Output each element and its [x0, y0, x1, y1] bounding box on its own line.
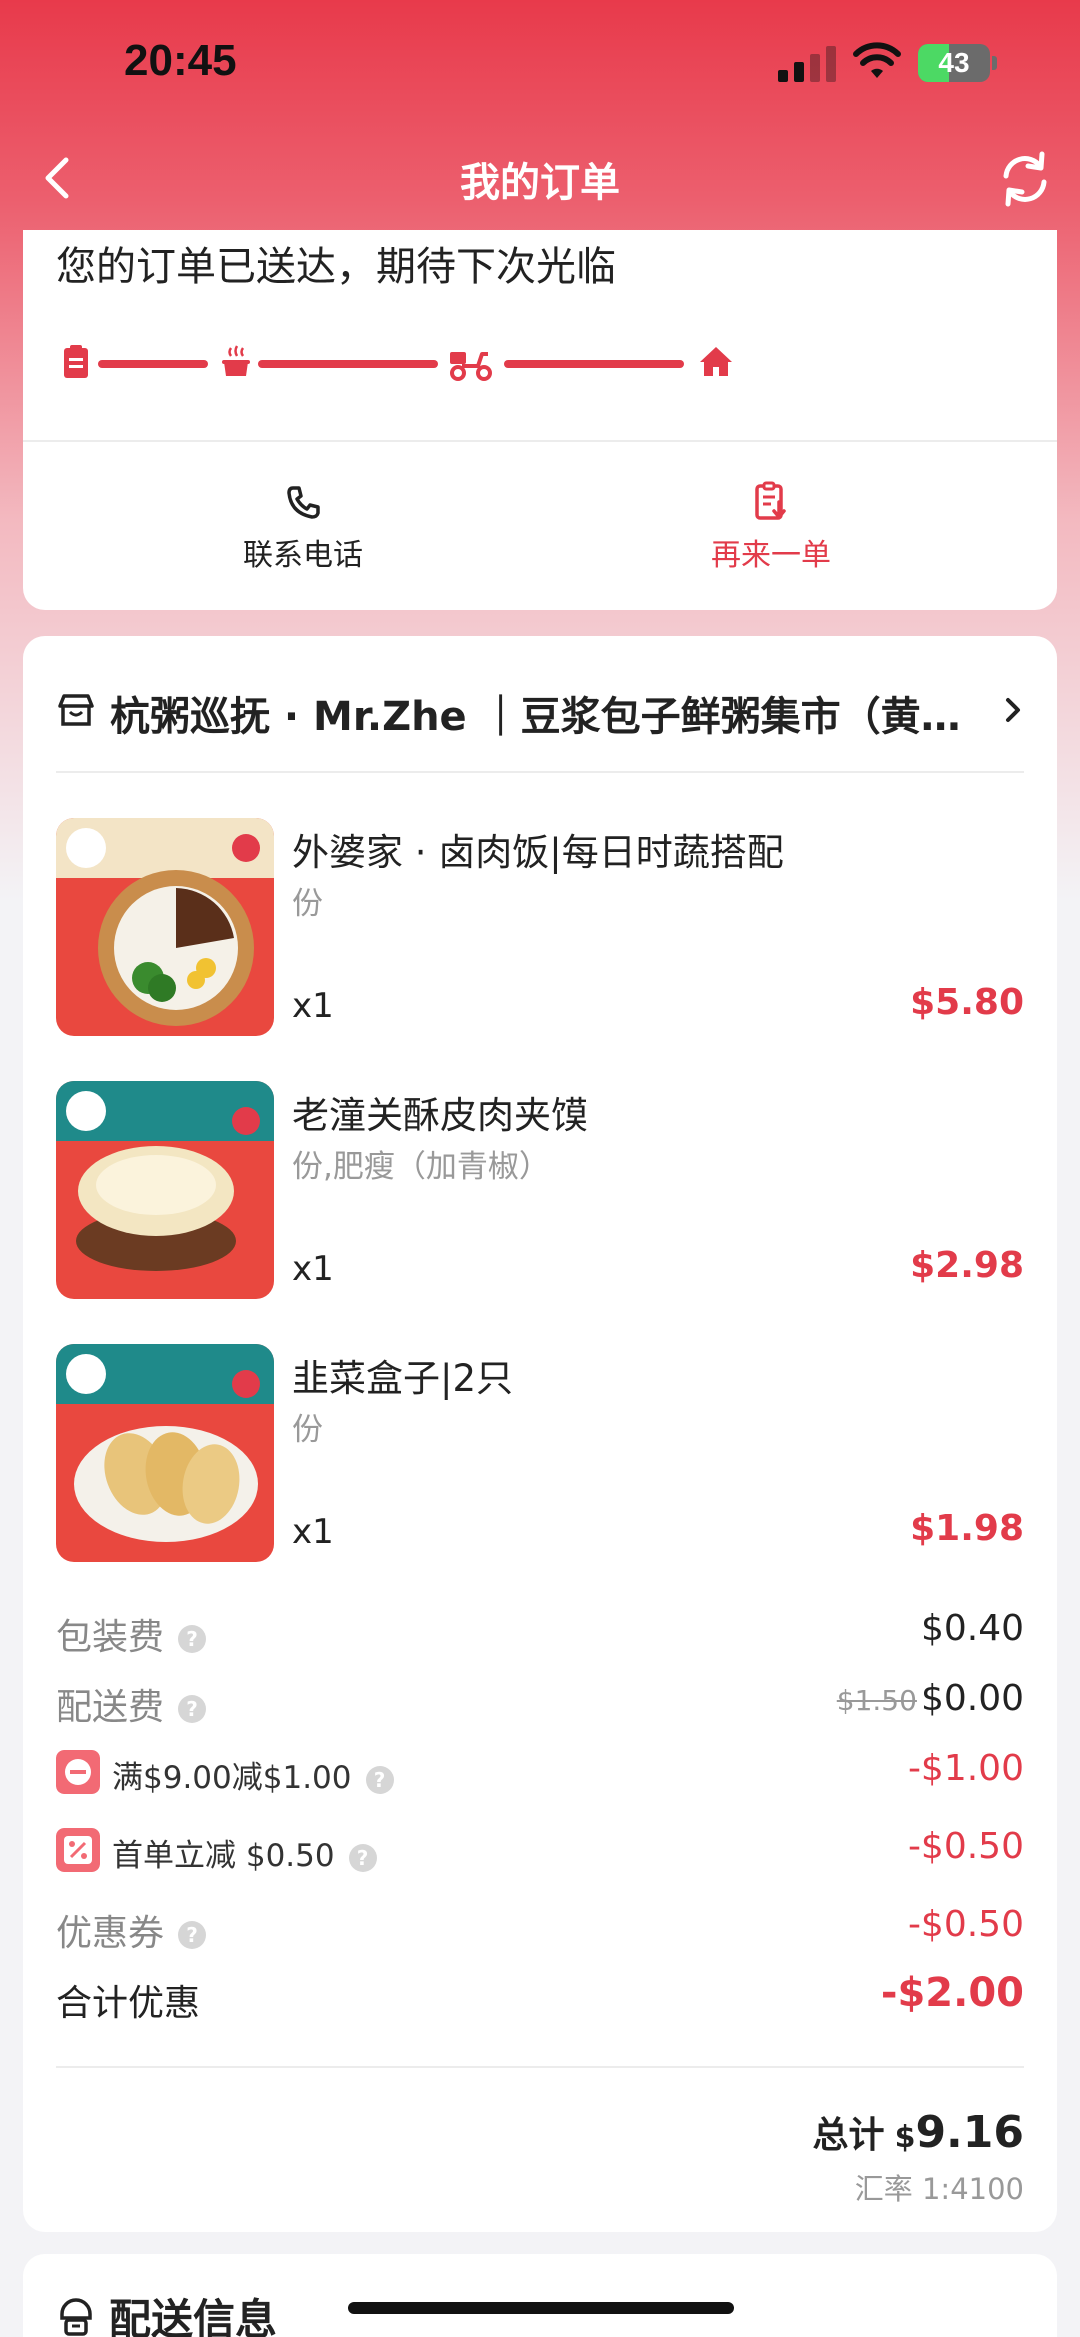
item-name: 老潼关酥皮肉夹馍 — [292, 1094, 588, 1137]
full-reduction-badge-icon — [56, 1750, 100, 1794]
home-icon — [700, 347, 732, 376]
delivery-fee-original: $1.50 — [836, 1684, 917, 1717]
first-order-discount-row: 首单立减 $0.50? -$0.50 — [56, 1820, 1024, 1880]
coupon-value: -$0.50 — [907, 1904, 1024, 1945]
store-name: 杭粥巡抚 · Mr.Zhe ｜豆浆包子鲜粥集市（黄花园店） — [110, 694, 970, 740]
progress-segment — [258, 360, 438, 368]
reorder-icon — [755, 481, 786, 520]
first-order-label: 首单立减 $0.50 — [112, 1838, 335, 1874]
coupon-row: 优惠券? -$0.50 — [56, 1898, 1024, 1958]
item-name: 韭菜盒子|2只 — [292, 1357, 514, 1400]
reorder-label: 再来一单 — [711, 538, 831, 573]
delivery-scooter-icon — [450, 352, 492, 381]
total-discount-row: 合计优惠 -$2.00 — [56, 1968, 1024, 2028]
navigation-bar: 我的订单 — [0, 130, 1080, 230]
order-total: 总计 $9.16 — [813, 2106, 1024, 2158]
divider — [23, 440, 1057, 442]
packaging-fee-label: 包装费 — [56, 1617, 165, 1658]
order-status-message: 您的订单已送达，期待下次光临 — [56, 244, 616, 290]
total-discount-value: -$2.00 — [880, 1970, 1024, 2016]
full-reduction-label: 满$9.00减$1.00 — [112, 1760, 352, 1796]
order-status-card: 您的订单已送达，期待下次光临 联系电话 再来一单 — [23, 230, 1057, 610]
status-time: 20:45 — [124, 36, 237, 85]
total-label: 总计 — [812, 2115, 885, 2156]
chevron-right-icon — [1006, 698, 1020, 722]
store-icon — [58, 694, 94, 726]
item-quantity: x1 — [292, 1512, 334, 1552]
delivery-info-title: 配送信息 — [109, 2295, 278, 2337]
item-quantity: x1 — [292, 1249, 334, 1289]
exchange-rate: 汇率 1:4100 — [854, 2172, 1024, 2206]
divider — [56, 2066, 1024, 2068]
help-icon[interactable]: ? — [178, 1695, 207, 1723]
item-price: $2.98 — [910, 1245, 1024, 1286]
order-placed-icon — [64, 345, 88, 378]
contact-phone-button[interactable]: 联系电话 — [153, 480, 453, 574]
first-order-badge-icon — [56, 1828, 100, 1872]
packaging-fee-value: $0.40 — [920, 1608, 1024, 1649]
full-reduction-row: 满$9.00减$1.00? -$1.00 — [56, 1742, 1024, 1802]
refresh-icon[interactable] — [990, 144, 1060, 214]
wifi-icon — [853, 42, 901, 78]
help-icon[interactable]: ? — [178, 1625, 207, 1653]
page-title: 我的订单 — [460, 160, 620, 206]
order-item[interactable]: 韭菜盒子|2只 份 x1 $1.98 — [56, 1344, 1024, 1564]
help-icon[interactable]: ? — [348, 1843, 377, 1872]
item-price: $1.98 — [910, 1508, 1024, 1549]
total-currency: $ — [894, 2120, 916, 2155]
food-thumbnail-roujiamo — [56, 1081, 274, 1299]
delivery-rider-icon — [60, 2298, 92, 2336]
item-spec: 份,肥瘦（加青椒） — [292, 1149, 550, 1185]
delivery-fee-value: $0.00 — [920, 1678, 1024, 1719]
item-quantity: x1 — [292, 986, 334, 1026]
coupon-label: 优惠券 — [56, 1913, 165, 1954]
order-item[interactable]: 外婆家 · 卤肉饭|每日时蔬搭配 份 x1 $5.80 — [56, 818, 1024, 1038]
divider — [56, 771, 1024, 773]
item-spec: 份 — [292, 1412, 323, 1448]
progress-segment — [504, 360, 684, 368]
status-bar: 20:45 43 — [0, 0, 1080, 130]
total-amount: 9.16 — [915, 2107, 1024, 2158]
battery-indicator: 43 — [918, 44, 998, 82]
order-progress-tracker — [56, 330, 1026, 390]
delivery-fee-label: 配送费 — [56, 1687, 165, 1728]
item-spec: 份 — [292, 886, 323, 922]
order-detail-card: 杭粥巡抚 · Mr.Zhe ｜豆浆包子鲜粥集市（黄花园店） 外婆家 · 卤肉饭|… — [23, 636, 1057, 2232]
progress-segment — [98, 360, 208, 368]
item-price: $5.80 — [910, 982, 1024, 1023]
cellular-signal-icon — [778, 46, 836, 82]
order-item[interactable]: 老潼关酥皮肉夹馍 份,肥瘦（加青椒） x1 $2.98 — [56, 1081, 1024, 1301]
total-discount-label: 合计优惠 — [56, 1983, 201, 2024]
first-order-value: -$0.50 — [907, 1826, 1024, 1867]
help-icon[interactable]: ? — [178, 1921, 207, 1949]
full-reduction-value: -$1.00 — [907, 1748, 1024, 1789]
battery-percentage: 43 — [938, 47, 970, 78]
phone-icon — [287, 486, 320, 519]
cooking-icon — [222, 345, 250, 376]
food-thumbnail-rice — [56, 818, 274, 1036]
delivery-fee-row: 配送费? $1.50 $0.00 — [56, 1672, 1024, 1732]
delivery-info-card: 配送信息 — [23, 2254, 1057, 2337]
packaging-fee-row: 包装费? $0.40 — [56, 1602, 1024, 1662]
item-name: 外婆家 · 卤肉饭|每日时蔬搭配 — [292, 831, 784, 874]
home-indicator[interactable] — [348, 2302, 734, 2314]
help-icon[interactable]: ? — [365, 1765, 394, 1794]
food-thumbnail-dumplings — [56, 1344, 274, 1562]
store-header-row[interactable]: 杭粥巡抚 · Mr.Zhe ｜豆浆包子鲜粥集市（黄花园店） — [56, 676, 1024, 746]
reorder-button[interactable]: 再来一单 — [621, 480, 921, 574]
contact-phone-label: 联系电话 — [243, 538, 363, 573]
